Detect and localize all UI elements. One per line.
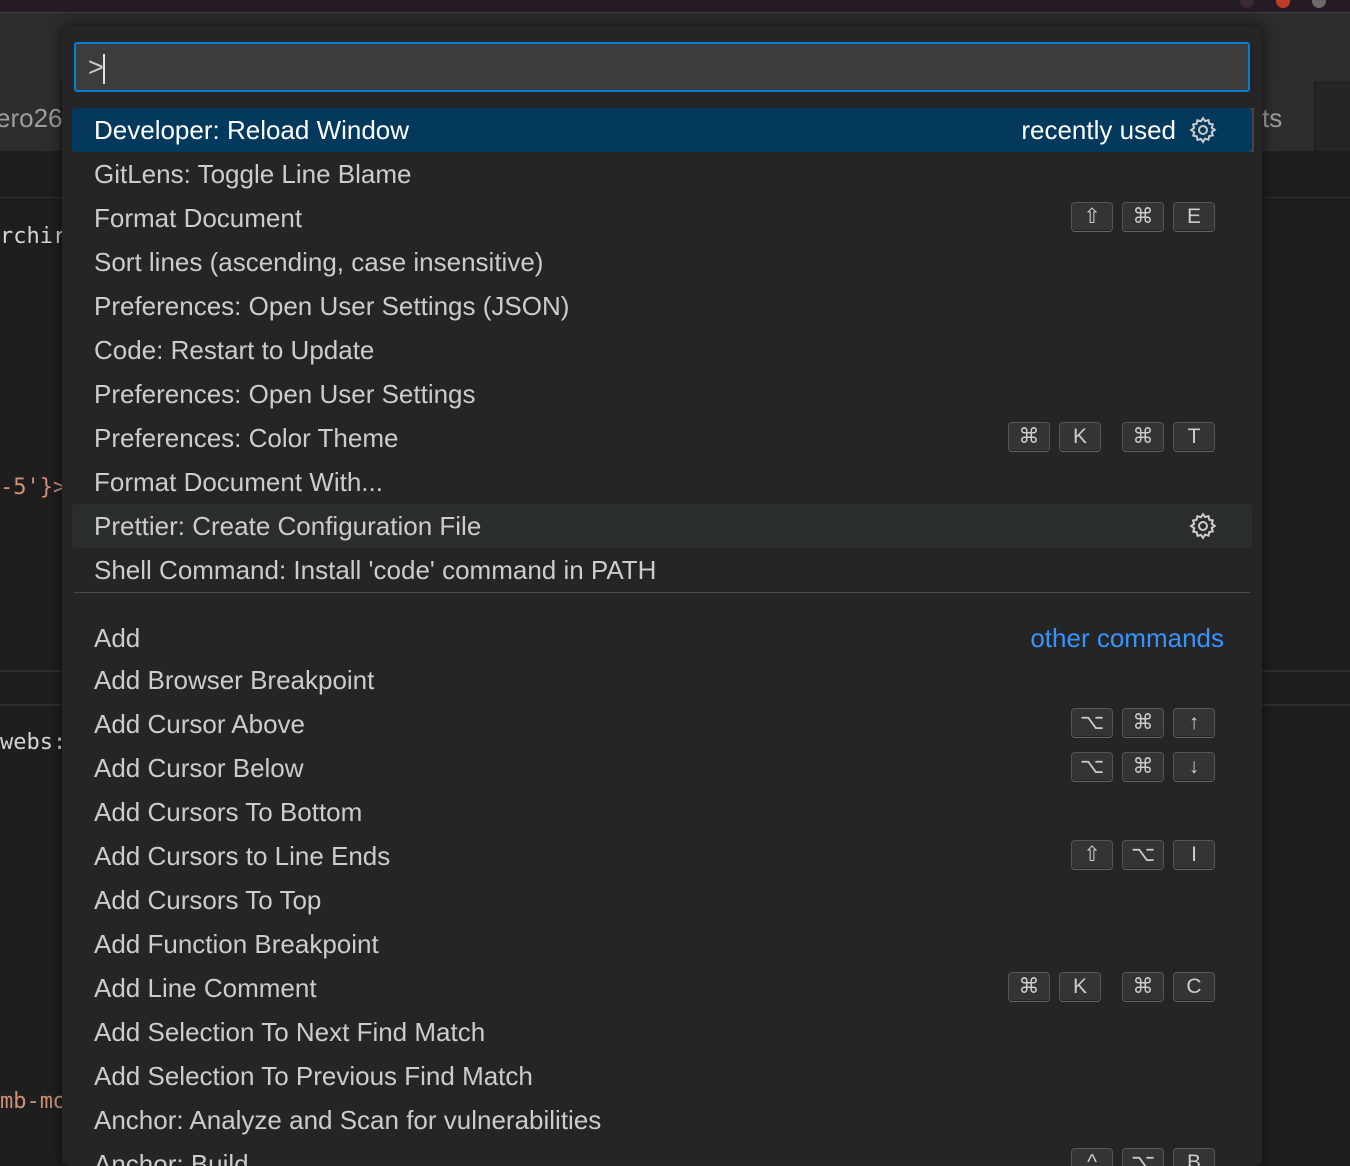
command-palette: > Developer: Reload Window recently used G… — [62, 26, 1262, 1166]
gear-icon[interactable] — [1188, 511, 1218, 541]
command-label: Anchor: Analyze and Scan for vulnerabili… — [94, 1105, 602, 1135]
keybinding-key: I — [1173, 840, 1215, 870]
command-label: Add — [94, 623, 141, 653]
command-label: GitLens: Toggle Line Blame — [94, 159, 412, 189]
command-item[interactable]: Add Cursors to Line Ends I ⌥ ⇧ — [72, 834, 1252, 878]
command-item[interactable]: Anchor: Build B ⌥ ^ — [72, 1142, 1252, 1166]
tab-left[interactable]: ero26 — [0, 81, 63, 151]
tab-right[interactable]: ts — [1262, 81, 1315, 151]
code-fragment: rchir — [0, 224, 67, 249]
command-label: Add Line Comment — [94, 973, 317, 1003]
command-label: Format Document With... — [94, 467, 383, 497]
tab-right-label: ts — [1262, 103, 1283, 133]
keybinding-key: ⌥ — [1122, 1148, 1164, 1166]
command-item[interactable]: Add Selection To Previous Find Match — [72, 1054, 1252, 1098]
command-item[interactable]: Add Cursors To Bottom — [72, 790, 1252, 834]
gear-icon[interactable] — [1188, 115, 1218, 145]
keybinding-key: ⌘ — [1122, 708, 1164, 738]
command-label: Add Cursor Above — [94, 709, 306, 739]
command-item[interactable]: Add other commands — [72, 616, 1252, 660]
window-status-dots — [1240, 0, 1330, 8]
command-item[interactable]: Developer: Reload Window recently used — [72, 108, 1252, 152]
keybinding-key: ⇧ — [1071, 840, 1113, 870]
command-label: Code: Restart to Update — [94, 335, 375, 365]
keybinding-key: E — [1173, 202, 1215, 232]
keybinding-key: ^ — [1071, 1148, 1113, 1166]
code-fragment: mb-mo — [0, 1089, 67, 1114]
command-item[interactable]: Add Function Breakpoint — [72, 922, 1252, 966]
command-label: Add Browser Breakpoint — [94, 665, 375, 695]
command-item[interactable]: Preferences: Open User Settings (JSON) — [72, 284, 1252, 328]
keybinding-key: ⌘ — [1122, 972, 1164, 1002]
command-label: Preferences: Color Theme — [94, 423, 399, 453]
command-item[interactable]: Code: Restart to Update — [72, 328, 1252, 372]
command-item[interactable]: Add Browser Breakpoint — [72, 658, 1252, 702]
keybinding-key: ⌘ — [1122, 422, 1164, 452]
keybinding-key: C — [1173, 972, 1215, 1002]
keybinding-key: ⌘ — [1008, 972, 1050, 1002]
keybinding-key: B — [1173, 1148, 1215, 1166]
command-item[interactable]: Add Line Comment C ⌘ K ⌘ — [72, 966, 1252, 1010]
command-label: Add Function Breakpoint — [94, 929, 379, 959]
command-item[interactable]: Add Selection To Next Find Match — [72, 1010, 1252, 1054]
keybinding-key: K — [1059, 422, 1101, 452]
command-label: Sort lines (ascending, case insensitive) — [94, 247, 544, 277]
command-input[interactable]: > — [74, 42, 1250, 92]
command-label: Preferences: Open User Settings (JSON) — [94, 291, 570, 321]
command-label: Add Selection To Next Find Match — [94, 1017, 486, 1047]
keybinding-key: ↑ — [1173, 708, 1215, 738]
command-item[interactable]: Sort lines (ascending, case insensitive) — [72, 240, 1252, 284]
command-item[interactable]: Add Cursor Above ↑ ⌘ ⌥ — [72, 702, 1252, 746]
command-item[interactable]: Add Cursors To Top — [72, 878, 1252, 922]
group-separator — [74, 592, 1250, 593]
command-label: Prettier: Create Configuration File — [94, 511, 482, 541]
command-label: Format Document — [94, 203, 303, 233]
command-label: Add Cursor Below — [94, 753, 304, 783]
command-item[interactable]: Format Document E ⌘ ⇧ — [72, 196, 1252, 240]
keybinding-key: ⌘ — [1008, 422, 1050, 452]
command-label: Developer: Reload Window — [94, 115, 410, 145]
command-label: Add Selection To Previous Find Match — [94, 1061, 533, 1091]
command-label: Add Cursors to Line Ends — [94, 841, 391, 871]
keybinding-key: K — [1059, 972, 1101, 1002]
keybinding-key: ⌘ — [1122, 202, 1164, 232]
command-item[interactable]: Anchor: Analyze and Scan for vulnerabili… — [72, 1098, 1252, 1142]
command-item[interactable]: Add Cursor Below ↓ ⌘ ⌥ — [72, 746, 1252, 790]
command-label: Add Cursors To Top — [94, 885, 322, 915]
keybinding-key: ⌥ — [1122, 840, 1164, 870]
command-item[interactable]: Shell Command: Install 'code' command in… — [72, 548, 1252, 592]
command-item[interactable]: Format Document With... — [72, 460, 1252, 504]
keybinding-key: T — [1173, 422, 1215, 452]
keybinding-key: ⌘ — [1122, 752, 1164, 782]
keybinding-key: ⌥ — [1071, 708, 1113, 738]
command-label: Preferences: Open User Settings — [94, 379, 476, 409]
keybinding-key: ⇧ — [1071, 202, 1113, 232]
command-label: Add Cursors To Bottom — [94, 797, 363, 827]
command-item[interactable]: GitLens: Toggle Line Blame — [72, 152, 1252, 196]
command-label: Shell Command: Install 'code' command in… — [94, 555, 657, 585]
code-fragment: -5'}> — [0, 475, 67, 500]
tab-left-label: ero26 — [0, 103, 63, 133]
recently-used-label: recently used — [1021, 115, 1176, 145]
command-item[interactable]: Preferences: Color Theme T ⌘ K ⌘ — [72, 416, 1252, 460]
command-item[interactable]: Prettier: Create Configuration File — [72, 504, 1252, 548]
command-item[interactable]: Preferences: Open User Settings — [72, 372, 1252, 416]
text-cursor — [103, 54, 105, 84]
keybinding-key: ↓ — [1173, 752, 1215, 782]
group-label: other commands — [1030, 623, 1224, 653]
command-input-value: > — [88, 52, 104, 82]
window-top-bar — [0, 0, 1350, 13]
keybinding-key: ⌥ — [1071, 752, 1113, 782]
code-fragment: webs: — [0, 730, 67, 755]
